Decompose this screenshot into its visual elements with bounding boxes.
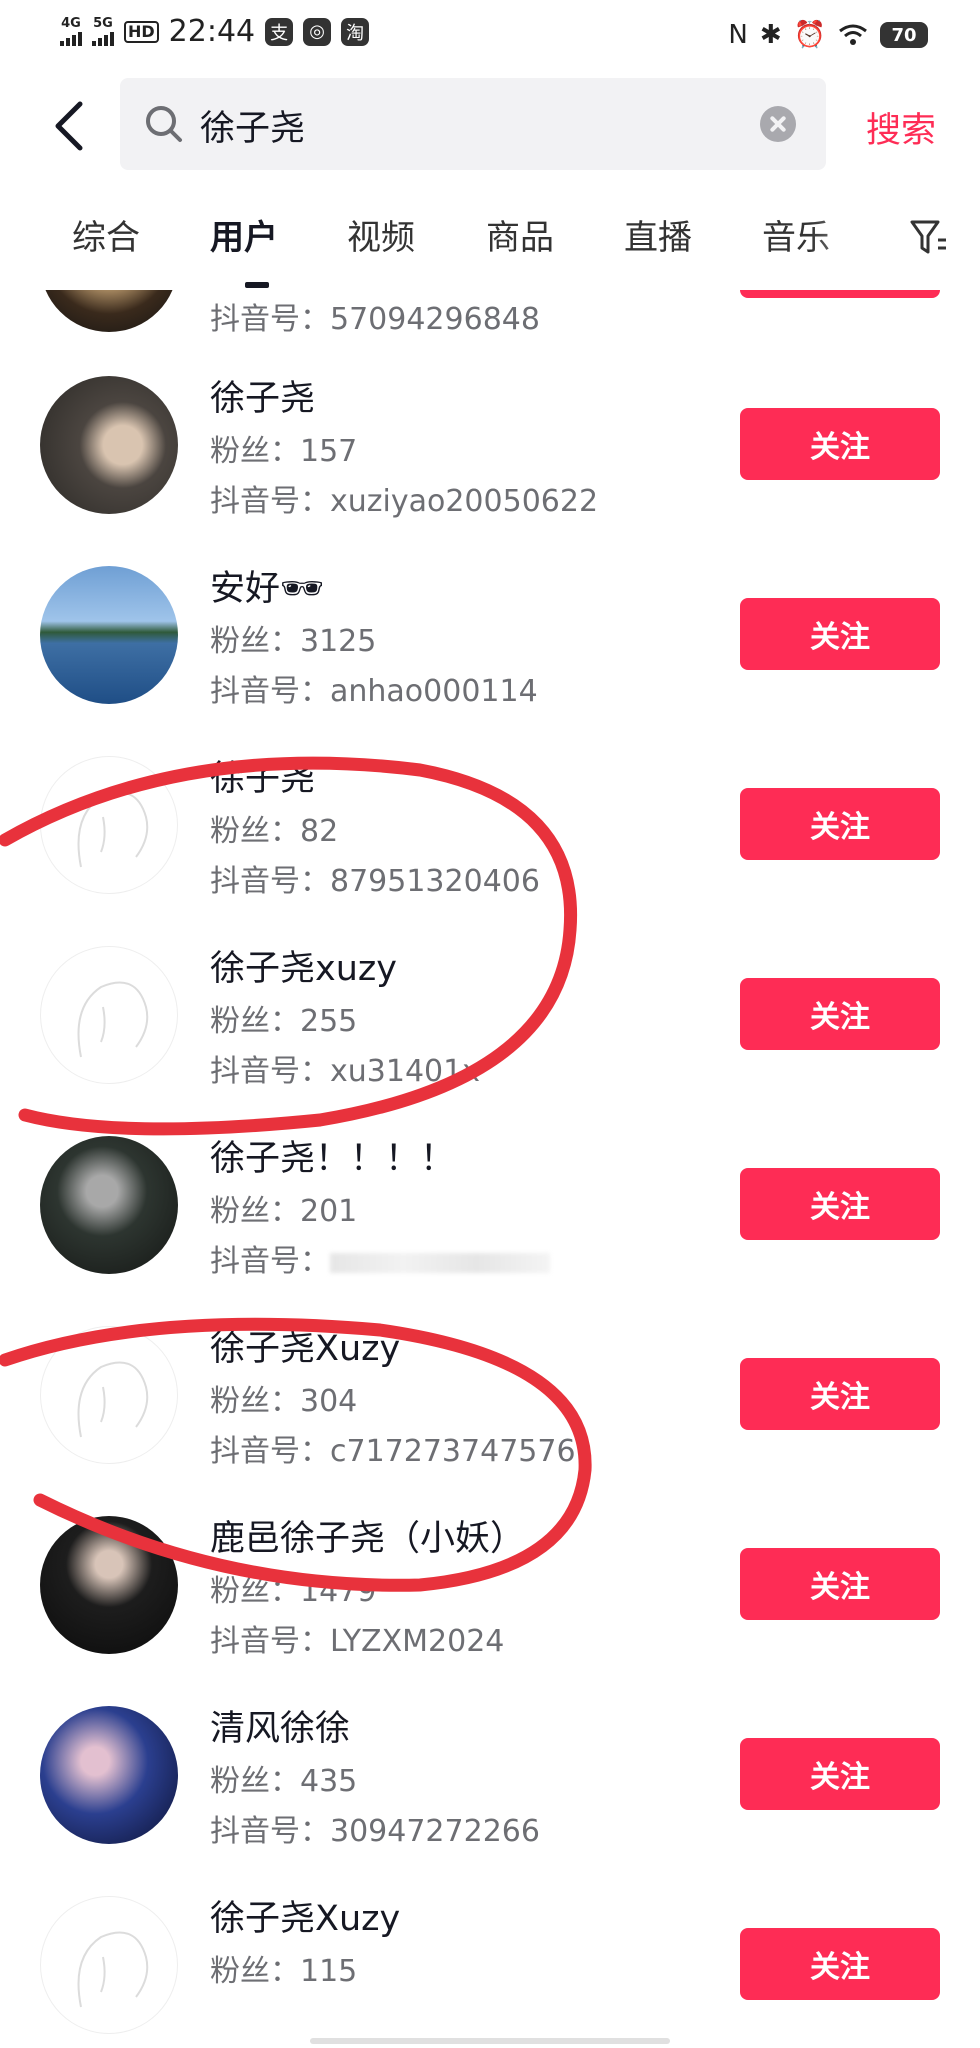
status-left: 4G 5G HD 22:44 支 ◎ 淘 bbox=[60, 14, 370, 49]
tab-products[interactable]: 商品 bbox=[486, 210, 554, 259]
search-input[interactable]: 徐子尧 bbox=[120, 78, 826, 170]
follow-button[interactable]: 关注 bbox=[740, 408, 940, 480]
user-row[interactable]: 鹿邑徐子尧（小妖） 粉丝：1479 抖音号：LYZXM2024 关注 bbox=[0, 1480, 980, 1670]
avatar[interactable] bbox=[40, 1516, 178, 1654]
default-avatar-icon[interactable] bbox=[40, 1326, 178, 1464]
wifi-icon bbox=[839, 24, 867, 45]
douyin-id: 抖音号：87951320406 bbox=[210, 864, 540, 899]
signal-5g-icon: 5G bbox=[92, 17, 114, 46]
avatar[interactable] bbox=[40, 566, 178, 704]
follow-button[interactable]: 关注 bbox=[740, 1168, 940, 1240]
follow-button[interactable]: 关注 bbox=[740, 598, 940, 670]
fans-count: 粉丝：304 bbox=[210, 1384, 358, 1419]
avatar[interactable] bbox=[40, 1136, 178, 1274]
fans-count: 粉丝：1479 bbox=[210, 1574, 377, 1609]
user-row[interactable]: 徐子尧 粉丝：157 抖音号：xuziyao20050622 关注 bbox=[0, 340, 980, 530]
category-tabs: 综合 用户 视频 商品 直播 音乐 bbox=[0, 200, 980, 290]
user-row[interactable]: 徐子尧Xuzy 粉丝：304 抖音号：c717273747576 关注 bbox=[0, 1290, 980, 1480]
status-right: N ✱ ⏰ 70 bbox=[728, 20, 928, 50]
tab-users[interactable]: 用户 bbox=[210, 210, 278, 259]
follow-button[interactable]: 关注 bbox=[740, 1548, 940, 1620]
tab-fade bbox=[810, 200, 920, 280]
active-tab-indicator bbox=[245, 282, 269, 288]
tab-live[interactable]: 直播 bbox=[624, 210, 692, 259]
fans-count: 粉丝：157 bbox=[210, 434, 358, 469]
fans-count: 粉丝：115 bbox=[210, 1954, 358, 1989]
follow-button[interactable]: 关注 bbox=[740, 788, 940, 860]
douyin-id: 抖音号：57094296848 bbox=[210, 302, 540, 337]
user-name: 徐子尧Xuzy bbox=[210, 1899, 401, 1939]
fans-count: 粉丝：255 bbox=[210, 1004, 358, 1039]
douyin-id: 抖音号：xuziyao20050622 bbox=[210, 484, 599, 519]
alipay-icon: 支 bbox=[265, 17, 294, 46]
user-name: 鹿邑徐子尧（小妖） bbox=[210, 1519, 526, 1559]
search-query: 徐子尧 bbox=[200, 109, 306, 149]
user-row[interactable]: 徐子尧 粉丝：82 抖音号：87951320406 关注 bbox=[0, 720, 980, 910]
avatar[interactable] bbox=[40, 290, 178, 332]
filter-icon[interactable] bbox=[908, 216, 948, 260]
user-name: 徐子尧 bbox=[210, 379, 316, 419]
app-notification-icon: ◎ bbox=[303, 17, 332, 46]
avatar[interactable] bbox=[40, 376, 178, 514]
search-header: 徐子尧 搜索 bbox=[0, 72, 980, 182]
follow-button[interactable]: 关注 bbox=[740, 1738, 940, 1810]
douyin-id: 抖音号：xu31401x bbox=[210, 1054, 480, 1089]
status-time: 22:44 bbox=[168, 14, 256, 49]
user-row[interactable]: 安好🕶 粉丝：3125 抖音号：anhao000114 关注 bbox=[0, 530, 980, 720]
douyin-id: 抖音号：c717273747576 bbox=[210, 1434, 576, 1469]
user-name: 徐子尧！！！！ bbox=[210, 1139, 456, 1179]
fans-count: 粉丝：435 bbox=[210, 1764, 358, 1799]
fans-count: 粉丝：82 bbox=[210, 814, 339, 849]
search-icon bbox=[146, 106, 182, 142]
douyin-id: 抖音号： bbox=[210, 1236, 550, 1280]
user-row[interactable]: 徐子尧xuzy 粉丝：255 抖音号：xu31401x 关注 bbox=[0, 910, 980, 1100]
nfc-icon: N bbox=[728, 20, 748, 50]
user-row[interactable]: 清风徐徐 粉丝：435 抖音号：30947272266 关注 bbox=[0, 1670, 980, 1860]
follow-button[interactable]: 关注 bbox=[740, 1928, 940, 2000]
douyin-id: 抖音号：LYZXM2024 bbox=[210, 1624, 505, 1659]
default-avatar-icon[interactable] bbox=[40, 756, 178, 894]
user-name: 徐子尧 bbox=[210, 759, 316, 799]
search-button[interactable]: 搜索 bbox=[866, 102, 936, 153]
battery-icon: 70 bbox=[880, 22, 928, 48]
user-name: 徐子尧Xuzy bbox=[210, 1329, 401, 1369]
user-list: 粉丝：174 抖音号：57094296848 关注 徐子尧 粉丝：157 抖音号… bbox=[0, 290, 980, 2048]
default-avatar-icon[interactable] bbox=[40, 946, 178, 1084]
fans-count: 粉丝：3125 bbox=[210, 624, 377, 659]
user-row[interactable]: 徐子尧！！！！ 粉丝：201 抖音号： 关注 bbox=[0, 1100, 980, 1290]
back-arrow-icon[interactable] bbox=[48, 96, 94, 156]
tab-general[interactable]: 综合 bbox=[72, 210, 140, 259]
user-name: 安好🕶 bbox=[210, 569, 325, 609]
avatar[interactable] bbox=[40, 1706, 178, 1844]
clear-icon[interactable] bbox=[760, 106, 796, 142]
hd-icon: HD bbox=[124, 20, 159, 43]
default-avatar-icon[interactable] bbox=[40, 1896, 178, 2034]
douyin-id: 抖音号：30947272266 bbox=[210, 1814, 540, 1849]
user-row[interactable]: 徐子尧Xuzy 粉丝：115 关注 bbox=[0, 1860, 980, 2048]
signal-4g-icon: 4G bbox=[60, 17, 82, 46]
alarm-icon: ⏰ bbox=[793, 20, 826, 50]
user-name: 清风徐徐 bbox=[210, 1709, 351, 1749]
home-indicator bbox=[310, 2038, 670, 2044]
user-name: 徐子尧xuzy bbox=[210, 949, 397, 989]
follow-button[interactable]: 关注 bbox=[740, 978, 940, 1050]
douyin-id: 抖音号：anhao000114 bbox=[210, 674, 538, 709]
blurred-id bbox=[330, 1252, 550, 1273]
bluetooth-icon: ✱ bbox=[759, 20, 782, 50]
status-bar: 4G 5G HD 22:44 支 ◎ 淘 N ✱ ⏰ 70 bbox=[0, 0, 980, 72]
taobao-icon: 淘 bbox=[341, 17, 370, 46]
tab-videos[interactable]: 视频 bbox=[347, 210, 415, 259]
follow-button[interactable]: 关注 bbox=[740, 290, 940, 298]
fans-count: 粉丝：201 bbox=[210, 1194, 358, 1229]
follow-button[interactable]: 关注 bbox=[740, 1358, 940, 1430]
